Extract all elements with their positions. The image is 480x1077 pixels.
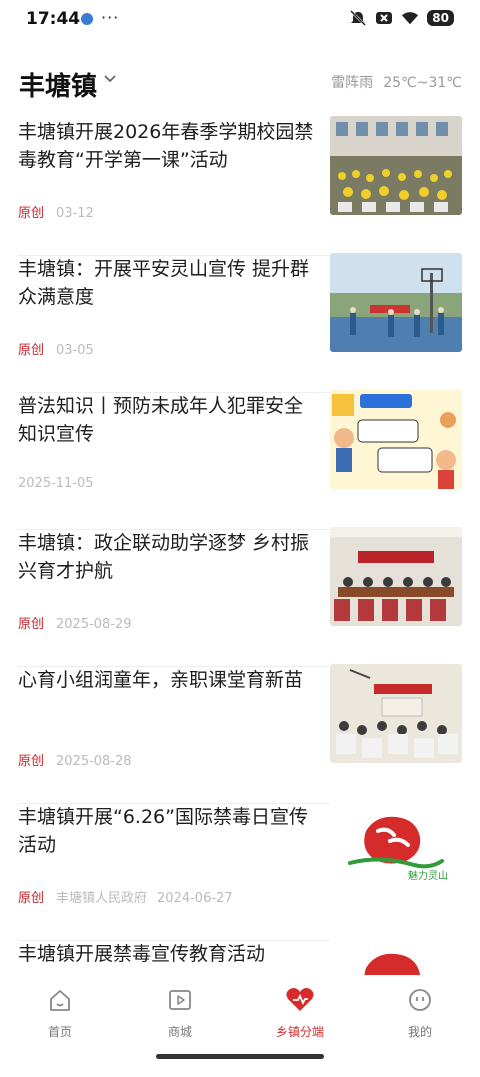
- nav-label: 首页: [47, 1025, 72, 1039]
- news-title: 丰塘镇开展“6.26”国际禁毒日宣传活动: [18, 806, 308, 856]
- nav-town-portal[interactable]: 乡镇分端: [260, 987, 340, 1040]
- town-selector[interactable]: 丰塘镇: [19, 66, 97, 103]
- video-play-icon: [169, 990, 191, 1010]
- more-notifications-icon: ···: [101, 8, 120, 27]
- news-date: 2025-11-05: [18, 476, 94, 491]
- nav-mine[interactable]: 我的: [380, 987, 460, 1040]
- news-item[interactable]: 丰塘镇开展“6.26”国际禁毒日宣传活动 原创 丰塘镇人民政府 2024-06-27…: [18, 801, 462, 941]
- logo-text: 魅力灵山: [408, 869, 448, 882]
- news-meta: 原创 03-05: [18, 339, 94, 358]
- news-item[interactable]: 丰塘镇：开展平安灵山宣传 提升群众满意度 原创 03-05: [18, 253, 462, 393]
- temperature-range: 25℃~31℃: [383, 75, 462, 91]
- news-title: 丰塘镇：开展平安灵山宣传 提升群众满意度: [18, 258, 310, 308]
- news-date: 03-12: [56, 206, 94, 221]
- wifi-icon: [402, 12, 419, 25]
- chevron-down-icon[interactable]: [103, 74, 117, 84]
- news-source: 丰塘镇人民政府: [56, 891, 148, 906]
- news-date: 2025-08-28: [56, 754, 132, 769]
- news-item[interactable]: 普法知识丨预防未成年人犯罪安全知识宣传 2025-11-05: [18, 390, 462, 530]
- news-meta: 原创 03-12: [18, 202, 94, 221]
- weather-info: 雷阵雨 25℃~31℃: [321, 72, 462, 92]
- town-header: 丰塘镇 雷阵雨 25℃~31℃: [0, 60, 480, 106]
- news-thumbnail: [330, 390, 462, 489]
- original-tag: 原创: [18, 754, 45, 769]
- news-thumbnail: [330, 253, 462, 352]
- home-icon: [50, 990, 70, 1011]
- news-title: 心育小组润童年，亲职课堂育新苗: [18, 669, 304, 691]
- battery-indicator: 80: [427, 10, 454, 26]
- original-tag: 原创: [18, 343, 45, 358]
- mute-bell-icon: [350, 10, 367, 26]
- nav-label: 乡镇分端: [275, 1025, 324, 1039]
- original-tag: 原创: [18, 617, 45, 632]
- news-meta: 原创 2025-08-28: [18, 750, 132, 769]
- sim-off-icon: [376, 12, 393, 24]
- news-date: 2025-08-29: [56, 617, 132, 632]
- news-item[interactable]: 丰塘镇开展2026年春季学期校园禁毒教育“开学第一课”活动 原创 03-12: [18, 116, 462, 256]
- nav-label: 我的: [407, 1025, 432, 1039]
- news-thumbnail: [330, 664, 462, 763]
- news-title: 丰塘镇开展2026年春季学期校园禁毒教育“开学第一课”活动: [18, 121, 314, 171]
- status-bar: 17:44 ··· 80: [0, 0, 480, 40]
- lingshan-logo-thumbnail: 魅力灵山: [330, 801, 462, 900]
- news-thumbnail: [330, 527, 462, 626]
- smiley-face-icon: [409, 989, 431, 1011]
- news-meta: 2025-11-05: [18, 476, 94, 491]
- nav-label: 商城: [167, 1025, 192, 1039]
- heart-icon: [286, 988, 314, 1011]
- original-tag: 原创: [18, 891, 45, 906]
- nav-mall[interactable]: 商城: [140, 987, 220, 1040]
- weather-description: 雷阵雨: [331, 75, 374, 91]
- news-thumbnail: [330, 116, 462, 215]
- notification-app-icon: [81, 13, 93, 25]
- news-title: 丰塘镇：政企联动助学逐梦 乡村振兴育才护航: [18, 532, 310, 582]
- news-meta: 原创 2025-08-29: [18, 613, 132, 632]
- news-meta: 原创 丰塘镇人民政府 2024-06-27: [18, 887, 233, 906]
- news-title: 丰塘镇开展禁毒宣传教育活动: [18, 943, 266, 965]
- news-title: 普法知识丨预防未成年人犯罪安全知识宣传: [18, 395, 304, 445]
- news-date: 03-05: [56, 343, 94, 358]
- news-item[interactable]: 丰塘镇：政企联动助学逐梦 乡村振兴育才护航 原创 2025-08-29: [18, 527, 462, 667]
- original-tag: 原创: [18, 206, 45, 221]
- news-item[interactable]: 心育小组润童年，亲职课堂育新苗 原创 2025-08-28: [18, 664, 462, 804]
- status-time: 17:44: [26, 9, 81, 29]
- home-indicator[interactable]: [156, 1054, 324, 1059]
- nav-home[interactable]: 首页: [20, 987, 100, 1040]
- news-date: 2024-06-27: [157, 891, 233, 906]
